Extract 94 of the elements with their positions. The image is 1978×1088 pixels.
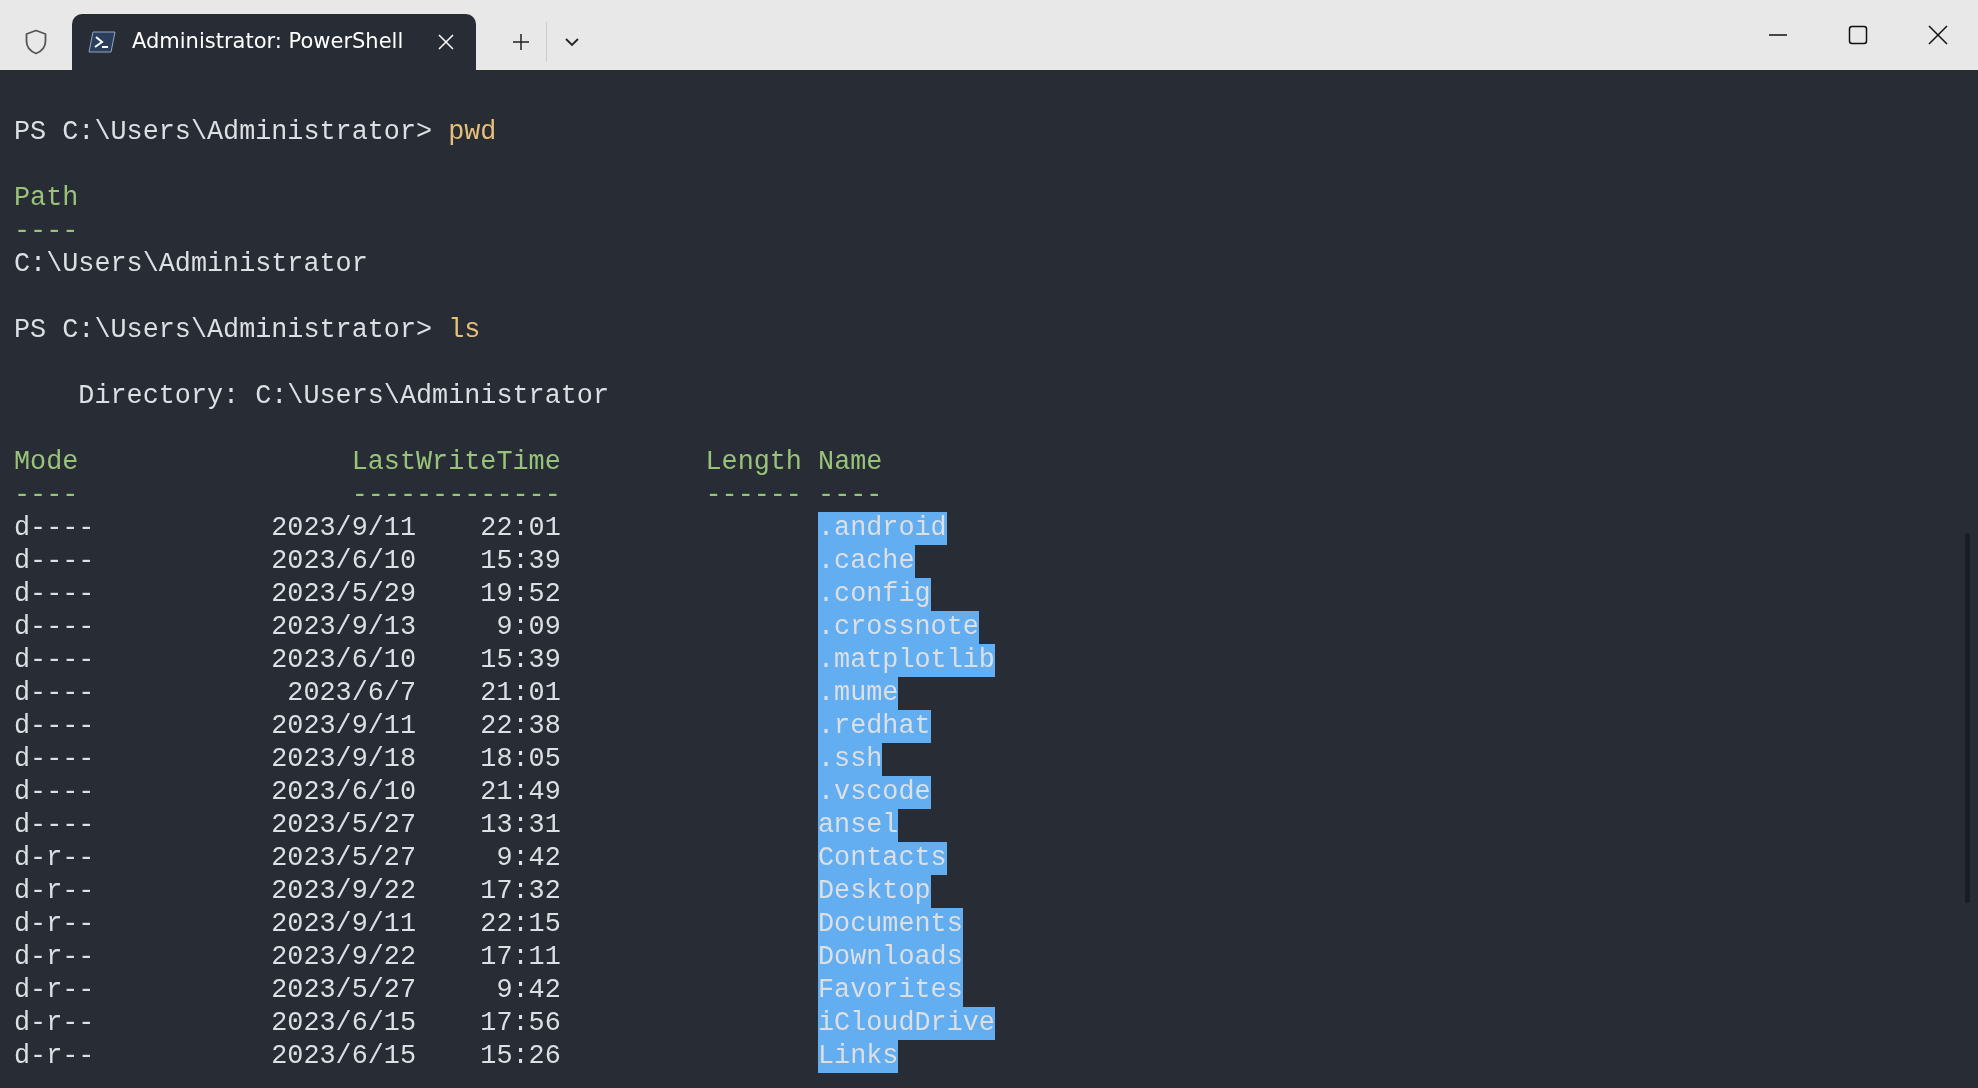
table-cell: 15:39 bbox=[480, 546, 561, 576]
close-icon bbox=[438, 34, 454, 50]
table-cell: 2023/6/7 bbox=[287, 678, 416, 708]
table-cell: 2023/5/27 bbox=[271, 810, 416, 840]
table-cell: d-r-- bbox=[14, 842, 95, 875]
directory-label: Directory: C:\Users\Administrator bbox=[78, 380, 609, 413]
column-header: LastWriteTime bbox=[351, 446, 561, 479]
table-cell[interactable]: .mume bbox=[818, 677, 899, 710]
table-cell: 21:01 bbox=[480, 678, 561, 708]
table-cell: 2023/5/27 bbox=[271, 975, 416, 1005]
table-cell: 2023/6/10 bbox=[271, 645, 416, 675]
table-cell: d---- bbox=[14, 743, 95, 776]
tab-close-button[interactable] bbox=[438, 34, 454, 50]
shield-icon bbox=[25, 29, 47, 55]
column-header: ---- bbox=[14, 215, 79, 248]
terminal-tab[interactable]: Administrator: PowerShell bbox=[72, 14, 476, 70]
table-cell: 2023/9/18 bbox=[271, 744, 416, 774]
table-cell: 19:52 bbox=[480, 579, 561, 609]
output-text: C:\Users\Administrator bbox=[14, 248, 368, 281]
table-cell: 2023/9/13 bbox=[271, 612, 416, 642]
table-cell: d---- bbox=[14, 710, 95, 743]
table-cell[interactable]: .ssh bbox=[818, 743, 883, 776]
table-cell[interactable]: Contacts bbox=[818, 842, 947, 875]
table-cell: 17:32 bbox=[480, 876, 561, 906]
table-cell: 2023/5/29 bbox=[271, 579, 416, 609]
table-cell: d-r-- bbox=[14, 1007, 95, 1040]
table-cell[interactable]: iCloudDrive bbox=[818, 1007, 995, 1040]
table-cell[interactable]: .matplotlib bbox=[818, 644, 995, 677]
table-cell: 2023/6/15 bbox=[271, 1008, 416, 1038]
table-cell: d-r-- bbox=[14, 941, 95, 974]
close-icon bbox=[1928, 25, 1948, 45]
table-cell: d---- bbox=[14, 644, 95, 677]
table-cell: d-r-- bbox=[14, 908, 95, 941]
table-cell: 9:09 bbox=[496, 612, 561, 642]
table-cell[interactable]: Downloads bbox=[818, 941, 963, 974]
table-cell[interactable]: Documents bbox=[818, 908, 963, 941]
table-cell: d-r-- bbox=[14, 1040, 95, 1073]
table-cell: 2023/9/11 bbox=[271, 513, 416, 543]
table-cell: 22:38 bbox=[480, 711, 561, 741]
table-cell: d-r-- bbox=[14, 875, 95, 908]
table-cell: 2023/9/22 bbox=[271, 942, 416, 972]
column-header: Mode bbox=[14, 446, 80, 479]
header-rule: ------ bbox=[705, 479, 802, 512]
column-header: Path bbox=[14, 182, 79, 215]
table-cell[interactable]: Desktop bbox=[818, 875, 931, 908]
table-cell: 17:56 bbox=[480, 1008, 561, 1038]
table-cell: 2023/9/11 bbox=[271, 909, 416, 939]
table-cell: 17:11 bbox=[480, 942, 561, 972]
table-cell[interactable]: .crossnote bbox=[818, 611, 979, 644]
table-cell: 22:15 bbox=[480, 909, 561, 939]
chevron-down-icon bbox=[564, 37, 580, 47]
table-cell[interactable]: .vscode bbox=[818, 776, 931, 809]
table-cell: d---- bbox=[14, 512, 95, 545]
table-cell: d---- bbox=[14, 677, 95, 710]
command-text: ls bbox=[448, 314, 481, 347]
plus-icon bbox=[512, 33, 530, 51]
column-header: Name bbox=[818, 446, 883, 479]
table-cell: 18:05 bbox=[480, 744, 561, 774]
table-cell: d---- bbox=[14, 776, 95, 809]
table-cell: d-r-- bbox=[14, 974, 95, 1007]
table-cell: d---- bbox=[14, 809, 95, 842]
table-cell: d---- bbox=[14, 611, 95, 644]
table-cell: d---- bbox=[14, 545, 95, 578]
maximize-icon bbox=[1848, 25, 1868, 45]
header-rule: ---- bbox=[14, 479, 80, 512]
table-cell[interactable]: .redhat bbox=[818, 710, 931, 743]
table-cell[interactable]: .cache bbox=[818, 545, 915, 578]
table-cell[interactable]: Favorites bbox=[818, 974, 963, 1007]
command-text: pwd bbox=[448, 116, 497, 149]
header-rule: ------------- bbox=[351, 479, 561, 512]
table-cell: 9:42 bbox=[496, 975, 561, 1005]
table-cell: 21:49 bbox=[480, 777, 561, 807]
powershell-icon bbox=[88, 31, 116, 53]
table-cell: 2023/6/15 bbox=[271, 1041, 416, 1071]
prompt-text: PS C:\Users\Administrator> bbox=[14, 314, 433, 347]
table-cell: d---- bbox=[14, 578, 95, 611]
table-cell: 15:26 bbox=[480, 1041, 561, 1071]
minimize-icon bbox=[1768, 33, 1788, 37]
table-cell[interactable]: .config bbox=[818, 578, 931, 611]
table-cell: 2023/5/27 bbox=[271, 843, 416, 873]
prompt-text: PS C:\Users\Administrator> bbox=[14, 116, 433, 149]
table-cell: 13:31 bbox=[480, 810, 561, 840]
table-cell: 2023/6/10 bbox=[271, 777, 416, 807]
table-cell: 2023/9/11 bbox=[271, 711, 416, 741]
table-cell: 2023/9/22 bbox=[271, 876, 416, 906]
table-cell: 9:42 bbox=[496, 843, 561, 873]
column-header: Length bbox=[705, 446, 802, 479]
table-cell: 22:01 bbox=[480, 513, 561, 543]
table-cell: 15:39 bbox=[480, 645, 561, 675]
table-cell: 2023/6/10 bbox=[271, 546, 416, 576]
header-rule: ---- bbox=[818, 479, 883, 512]
table-cell[interactable]: .android bbox=[818, 512, 947, 545]
table-cell[interactable]: ansel bbox=[818, 809, 899, 842]
table-cell[interactable]: Links bbox=[818, 1040, 899, 1073]
